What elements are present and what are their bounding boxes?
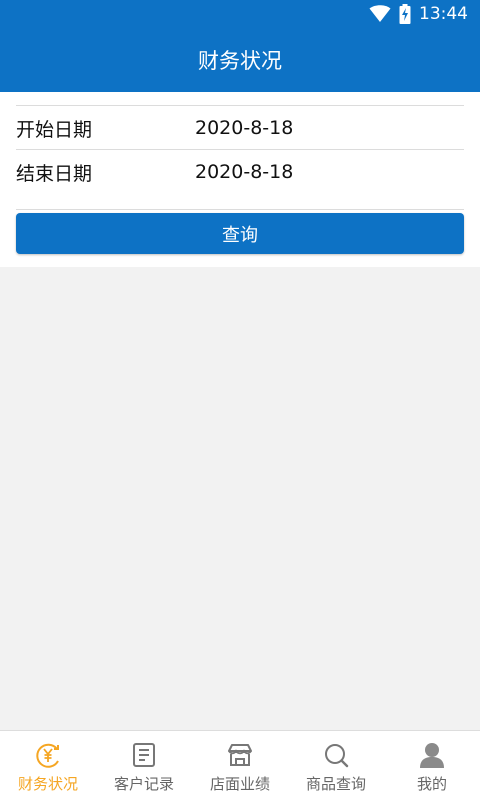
tab-customer-records[interactable]: 客户记录 bbox=[96, 731, 192, 801]
tab-mine[interactable]: 我的 bbox=[384, 731, 480, 801]
user-icon bbox=[420, 743, 444, 768]
status-time: 13:44 bbox=[419, 4, 468, 24]
status-bar: 13:44 bbox=[0, 0, 480, 28]
wifi-icon bbox=[369, 5, 391, 22]
search-icon bbox=[325, 744, 349, 768]
tab-product-search[interactable]: 商品查询 bbox=[288, 731, 384, 801]
divider bbox=[16, 209, 464, 210]
end-date-value[interactable]: 2020-8-18 bbox=[195, 161, 293, 183]
battery-charging-icon bbox=[399, 4, 411, 24]
start-date-row[interactable]: 开始日期 2020-8-18 bbox=[16, 106, 464, 150]
query-button[interactable]: 查询 bbox=[16, 213, 464, 254]
tab-label: 财务状况 bbox=[17, 775, 78, 793]
page-title: 财务状况 bbox=[198, 49, 282, 73]
end-date-row[interactable]: 结束日期 2020-8-18 bbox=[16, 150, 464, 194]
tab-label: 商品查询 bbox=[305, 775, 366, 793]
tab-label: 客户记录 bbox=[113, 775, 174, 793]
yuan-refresh-icon bbox=[36, 743, 59, 768]
start-date-value[interactable]: 2020-8-18 bbox=[195, 117, 293, 139]
bottom-tab-bar: 财务状况 客户记录 店面业绩 商品查询 我的 bbox=[0, 730, 480, 801]
tab-label: 我的 bbox=[416, 775, 447, 793]
status-icons: 13:44 bbox=[369, 4, 468, 24]
tab-label: 店面业绩 bbox=[209, 775, 270, 793]
end-date-label: 结束日期 bbox=[16, 162, 93, 185]
document-list-icon bbox=[133, 743, 155, 767]
start-date-label: 开始日期 bbox=[16, 118, 93, 141]
tab-store-performance[interactable]: 店面业绩 bbox=[192, 731, 288, 801]
tab-finance[interactable]: 财务状况 bbox=[0, 731, 96, 801]
storefront-icon bbox=[228, 744, 252, 766]
title-bar: 财务状况 bbox=[0, 28, 480, 92]
